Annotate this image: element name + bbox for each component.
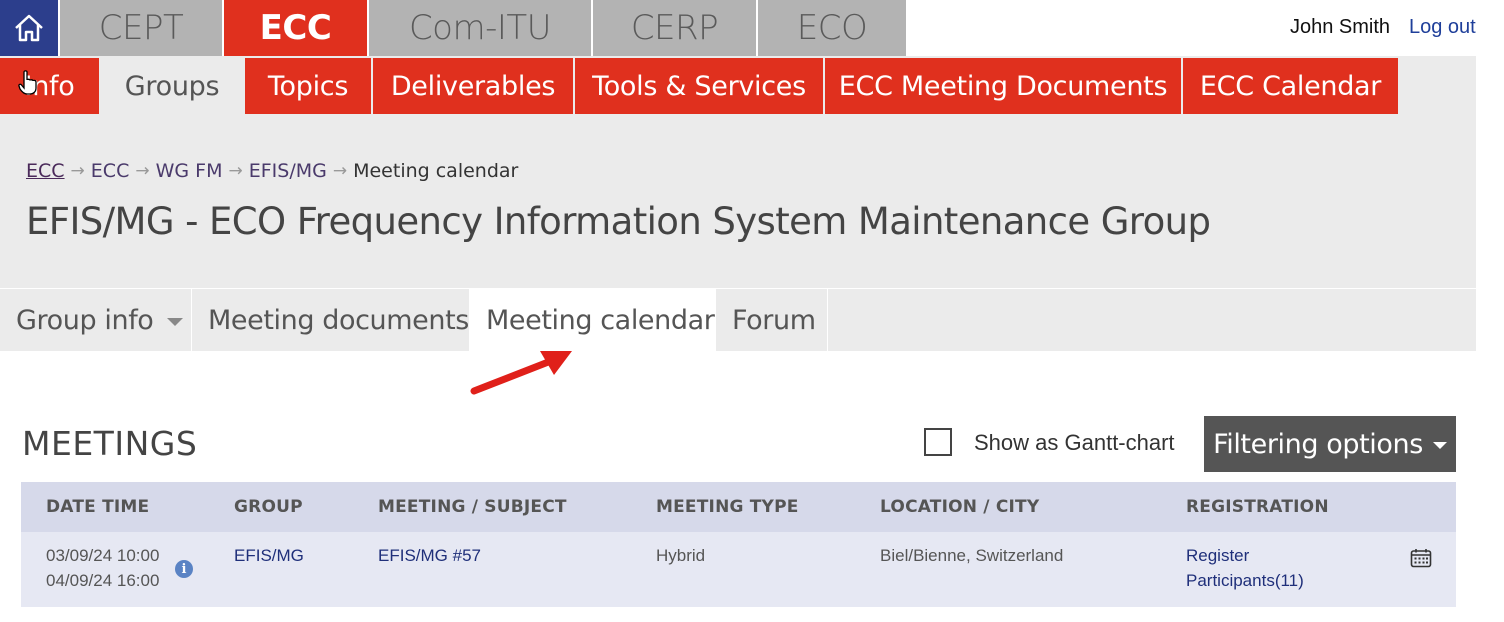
register-link[interactable]: Register xyxy=(1186,543,1249,568)
column-header-meeting-subject: MEETING / SUBJECT xyxy=(378,497,567,517)
tab-meeting-documents[interactable]: Meeting documents xyxy=(192,289,470,351)
meeting-location: Biel/Bienne, Switzerland xyxy=(880,546,1064,565)
info-icon[interactable]: i xyxy=(175,560,193,578)
breadcrumb-arrow-icon: → xyxy=(332,161,348,181)
sub-tab-deliverables[interactable]: Deliverables xyxy=(373,58,573,114)
meeting-end-datetime: 04/09/24 16:00 xyxy=(46,571,160,590)
tab-forum[interactable]: Forum xyxy=(716,289,828,351)
caret-down-icon xyxy=(1432,442,1447,449)
gantt-chart-label[interactable]: Show as Gantt-chart xyxy=(974,430,1175,456)
page-title: EFIS/MG - ECO Frequency Information Syst… xyxy=(26,200,1211,243)
tab-group-info-label: Group info xyxy=(16,304,154,336)
sub-tab-ecc-calendar[interactable]: ECC Calendar xyxy=(1183,58,1398,114)
home-button[interactable] xyxy=(0,0,58,56)
org-tab-ecc[interactable]: ECC xyxy=(224,0,367,56)
filtering-options-button[interactable]: Filtering options xyxy=(1204,416,1456,472)
tab-meeting-calendar[interactable]: Meeting calendar xyxy=(470,289,716,351)
breadcrumb-link-ecc-root[interactable]: ECC xyxy=(26,160,65,182)
meeting-group-link[interactable]: EFIS/MG xyxy=(234,543,304,568)
gantt-chart-checkbox[interactable] xyxy=(924,428,952,456)
user-name: John Smith xyxy=(1290,16,1391,38)
breadcrumb-link-wg-fm[interactable]: WG FM xyxy=(156,160,223,182)
org-tab-cerp[interactable]: CERP xyxy=(593,0,756,56)
hand-cursor-icon xyxy=(18,70,37,95)
meeting-subject-link[interactable]: EFIS/MG #57 xyxy=(378,543,481,568)
column-header-group: GROUP xyxy=(234,497,303,517)
org-tab-com-itu[interactable]: Com-ITU xyxy=(369,0,591,56)
breadcrumb-arrow-icon: → xyxy=(135,161,150,181)
meetings-heading: MEETINGS xyxy=(22,424,198,463)
column-header-registration: REGISTRATION xyxy=(1186,497,1329,517)
column-header-meeting-type: MEETING TYPE xyxy=(656,497,799,517)
sub-tab-groups[interactable]: Groups xyxy=(101,58,243,114)
logout-link[interactable]: Log out xyxy=(1409,16,1476,39)
calendar-icon[interactable] xyxy=(1410,548,1432,568)
sub-tab-info[interactable]: Info xyxy=(0,58,99,114)
breadcrumb-link-efis-mg[interactable]: EFIS/MG xyxy=(249,160,327,182)
chevron-down-icon xyxy=(167,317,184,326)
column-header-location-city: LOCATION / CITY xyxy=(880,497,1040,517)
sub-tab-topics[interactable]: Topics xyxy=(245,58,371,114)
org-tab-cept[interactable]: CEPT xyxy=(60,0,222,56)
participants-link[interactable]: Participants(11) xyxy=(1186,568,1304,593)
tab-group-info[interactable]: Group info xyxy=(0,289,192,351)
breadcrumb-link-ecc[interactable]: ECC xyxy=(91,160,130,182)
meeting-type: Hybrid xyxy=(656,546,706,565)
sub-tab-ecc-meeting-documents[interactable]: ECC Meeting Documents xyxy=(825,58,1181,114)
column-header-date-time: DATE TIME xyxy=(46,497,150,517)
sub-tab-tools-services[interactable]: Tools & Services xyxy=(575,58,823,114)
org-tab-eco[interactable]: ECO xyxy=(758,0,906,56)
breadcrumb: ECC → ECC → WG FM → EFIS/MG → Meeting ca… xyxy=(26,160,518,182)
home-icon xyxy=(15,14,43,42)
breadcrumb-arrow-icon: → xyxy=(228,161,243,181)
annotation-arrow-icon xyxy=(470,351,572,395)
breadcrumb-arrow-icon: → xyxy=(70,161,85,181)
filtering-options-label: Filtering options xyxy=(1213,428,1423,460)
breadcrumb-current: Meeting calendar xyxy=(353,160,519,182)
meeting-start-datetime: 03/09/24 10:00 xyxy=(46,546,160,565)
